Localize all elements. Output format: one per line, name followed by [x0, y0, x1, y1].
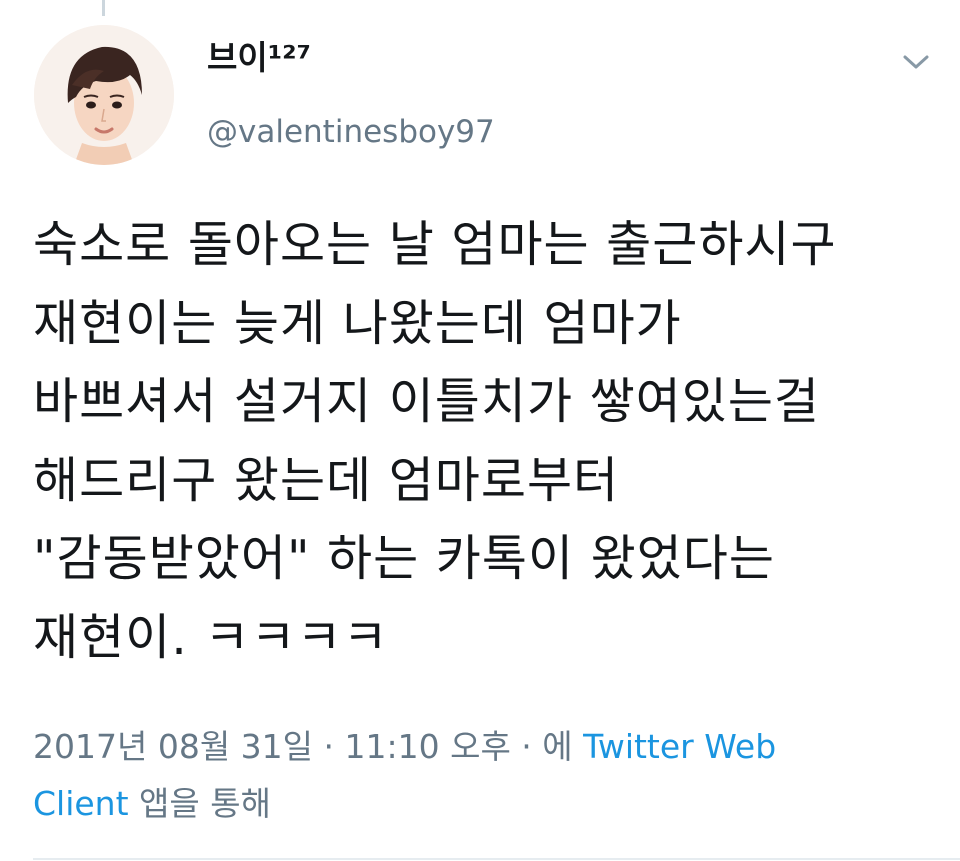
- tweet-text-line: "감동받았어" 하는 카톡이 왔었다는: [33, 530, 775, 587]
- tweet-source-link[interactable]: Twitter Web: [583, 727, 776, 766]
- divider: [33, 858, 960, 860]
- author-handle[interactable]: @valentinesboy97: [207, 112, 495, 152]
- author-display-name[interactable]: 브이¹²⁷: [207, 38, 311, 78]
- tweet-text-line: 바쁘셔서 설거지 이틀치가 쌓여있는걸: [33, 373, 821, 430]
- tweet-menu-button[interactable]: [898, 48, 934, 76]
- tweet-timestamp[interactable]: 2017년 08월 31일 · 11:10 오후 · 에: [33, 727, 573, 766]
- thread-connector-line: [102, 0, 105, 16]
- tweet-source-link-continued[interactable]: Client: [33, 784, 129, 823]
- avatar[interactable]: [34, 25, 174, 165]
- tweet-text-line: 재현이. ㅋㅋㅋㅋ: [33, 608, 389, 666]
- tweet-meta: 2017년 08월 31일 · 11:10 오후 · 에 Twitter Web…: [33, 718, 933, 832]
- tweet-source-suffix: 앱을 통해: [139, 784, 271, 823]
- tweet-text-line: 재현이는 늦게 나왔는데 엄마가: [33, 294, 682, 352]
- avatar-illustration-icon: [34, 25, 174, 165]
- tweet-meta-row: Client 앱을 통해: [33, 775, 933, 832]
- chevron-down-icon: [903, 55, 929, 69]
- tweet-text-line: 숙소로 돌아오는 날 엄마는 출근하시구: [33, 216, 837, 273]
- tweet-text-line: 해드리구 왔는데 엄마로부터: [33, 451, 620, 509]
- tweet-text: 숙소로 돌아오는 날 엄마는 출근하시구 재현이는 늦게 나왔는데 엄마가 바쁘…: [33, 206, 938, 677]
- tweet-meta-row: 2017년 08월 31일 · 11:10 오후 · 에 Twitter Web: [33, 718, 933, 775]
